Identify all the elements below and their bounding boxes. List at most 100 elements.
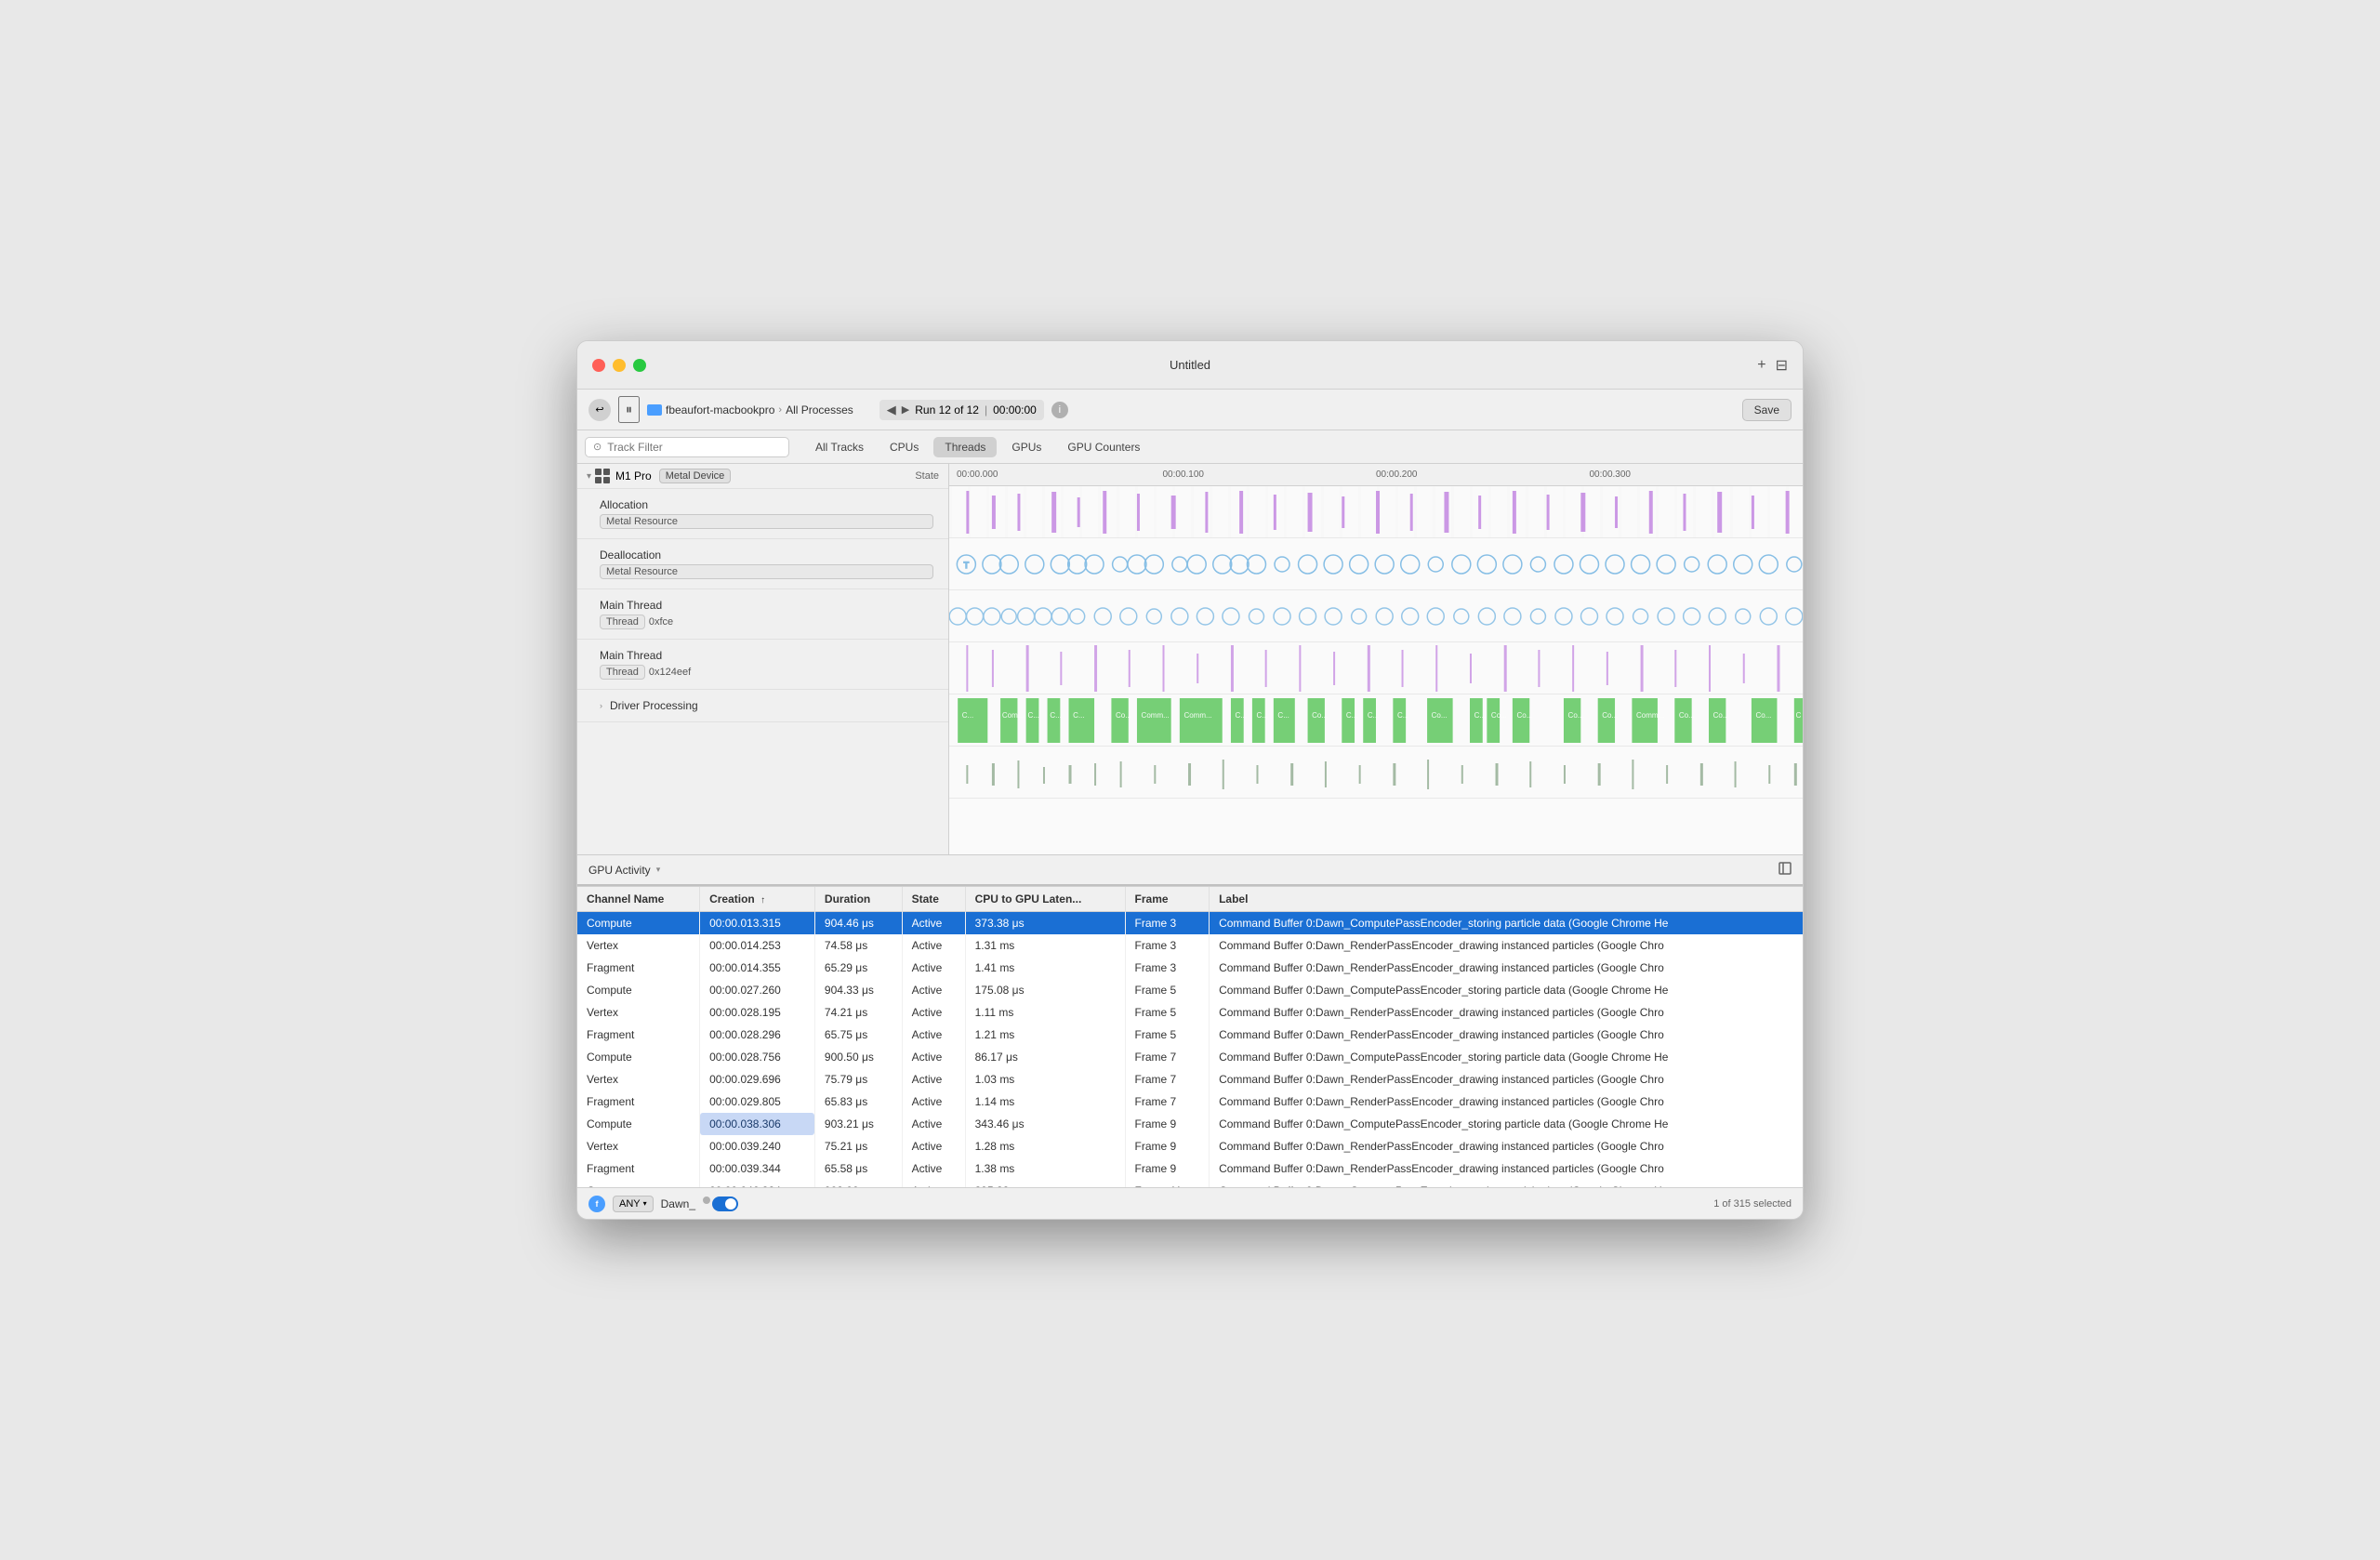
table-cell-2: 65.75 μs xyxy=(814,1024,902,1046)
table-row[interactable]: Compute00:00.013.315904.46 μsActive373.3… xyxy=(577,912,1803,935)
th-channel[interactable]: Channel Name xyxy=(577,887,700,912)
allocation-label: Allocation xyxy=(600,498,933,511)
table-cell-6: Command Buffer 0:Dawn_RenderPassEncoder_… xyxy=(1210,934,1803,957)
table-cell-6: Command Buffer 0:Dawn_ComputePassEncoder… xyxy=(1210,912,1803,935)
run-selector: ◀ ▶ Run 12 of 12 | 00:00:00 xyxy=(879,400,1044,420)
track-row-5[interactable]: C... Com... C... C... C... Co... Comm...… xyxy=(949,694,1803,747)
th-latency[interactable]: CPU to GPU Laten... xyxy=(965,887,1125,912)
th-creation[interactable]: Creation ↑ xyxy=(700,887,815,912)
tab-gpus[interactable]: GPUs xyxy=(1000,437,1052,457)
sidebar-device-badge: Metal Device xyxy=(659,469,732,483)
device-chevron-icon: ▾ xyxy=(587,471,591,482)
sidebar-group-deallocation: Deallocation Metal Resource xyxy=(577,539,948,589)
filter-type-dropdown[interactable]: ANY ▾ xyxy=(613,1196,654,1212)
table-cell-5: Frame 3 xyxy=(1125,957,1210,979)
filter-chip-icon[interactable]: f xyxy=(588,1196,605,1212)
table-cell-3: Active xyxy=(902,912,965,935)
table-row[interactable]: Compute00:00.038.306903.21 μsActive343.4… xyxy=(577,1113,1803,1135)
svg-text:Co...: Co... xyxy=(1432,711,1448,720)
table-cell-2: 903.21 μs xyxy=(814,1113,902,1135)
track-filter[interactable]: ⊙ xyxy=(585,437,789,457)
toggle-on-button[interactable] xyxy=(712,1196,738,1211)
track-row-3[interactable] xyxy=(949,590,1803,642)
table-cell-0: Compute xyxy=(577,912,700,935)
data-table-container[interactable]: Channel Name Creation ↑ Duration State C… xyxy=(577,886,1803,1187)
expand-icon[interactable] xyxy=(1778,862,1792,878)
table-cell-0: Fragment xyxy=(577,1157,700,1180)
table-cell-4: 1.31 ms xyxy=(965,934,1125,957)
table-cell-1: 00:00.029.696 xyxy=(700,1068,815,1091)
track-filter-input[interactable] xyxy=(607,441,781,454)
run-prev-button[interactable]: ◀ xyxy=(887,403,896,417)
track-viz-3 xyxy=(949,590,1803,641)
track-row-1[interactable] xyxy=(949,486,1803,538)
svg-text:C...: C... xyxy=(1027,711,1038,720)
table-row[interactable]: Compute00:00.027.260904.33 μsActive175.0… xyxy=(577,979,1803,1001)
table-cell-6: Command Buffer 0:Dawn_RenderPassEncoder_… xyxy=(1210,1135,1803,1157)
th-label[interactable]: Label xyxy=(1210,887,1803,912)
table-row[interactable]: Fragment00:00.039.34465.58 μsActive1.38 … xyxy=(577,1157,1803,1180)
run-label: Run 12 of 12 xyxy=(915,403,979,416)
table-row[interactable]: Fragment00:00.014.35565.29 μsActive1.41 … xyxy=(577,957,1803,979)
save-button[interactable]: Save xyxy=(1742,399,1792,421)
run-play-icon[interactable]: ▶ xyxy=(902,403,909,416)
back-button[interactable]: ↩ xyxy=(588,399,611,421)
bottom-section: Channel Name Creation ↑ Duration State C… xyxy=(577,884,1803,1219)
sidebar-row-main-thread-2: Main Thread Thread 0x124eef xyxy=(577,645,948,683)
table-cell-1: 00:00.014.253 xyxy=(700,934,815,957)
table-cell-2: 904.46 μs xyxy=(814,912,902,935)
tab-cpus[interactable]: CPUs xyxy=(879,437,930,457)
table-row[interactable]: Vertex00:00.028.19574.21 μsActive1.11 ms… xyxy=(577,1001,1803,1024)
track-row-4[interactable] xyxy=(949,642,1803,694)
filter-input-value: Dawn_ xyxy=(661,1197,695,1210)
table-cell-0: Compute xyxy=(577,1046,700,1068)
add-icon[interactable]: + xyxy=(1757,357,1765,374)
th-frame[interactable]: Frame xyxy=(1125,887,1210,912)
track-row-2[interactable]: T xyxy=(949,538,1803,590)
close-button[interactable] xyxy=(592,359,605,372)
pause-button[interactable]: ⏸ xyxy=(618,396,640,423)
table-row[interactable]: Compute00:00.046.324903.00 μsActive395.3… xyxy=(577,1180,1803,1187)
table-row[interactable]: Fragment00:00.029.80565.83 μsActive1.14 … xyxy=(577,1091,1803,1113)
minimize-button[interactable] xyxy=(613,359,626,372)
tab-gpu-counters[interactable]: GPU Counters xyxy=(1056,437,1151,457)
th-state[interactable]: State xyxy=(902,887,965,912)
table-row[interactable]: Fragment00:00.028.29665.75 μsActive1.21 … xyxy=(577,1024,1803,1046)
table-cell-1: 00:00.028.296 xyxy=(700,1024,815,1046)
table-cell-2: 903.00 μs xyxy=(814,1180,902,1187)
table-cell-1: 00:00.013.315 xyxy=(700,912,815,935)
sidebar-row-main-thread-1: Main Thread Thread 0xfce xyxy=(577,595,948,633)
table-cell-6: Command Buffer 0:Dawn_RenderPassEncoder_… xyxy=(1210,1091,1803,1113)
minus-icon[interactable]: ⊟ xyxy=(1776,356,1788,375)
allocation-badge: Metal Resource xyxy=(600,514,933,529)
table-cell-4: 1.21 ms xyxy=(965,1024,1125,1046)
table-cell-3: Active xyxy=(902,1024,965,1046)
svg-text:C...: C... xyxy=(1256,711,1267,720)
tab-threads[interactable]: Threads xyxy=(933,437,997,457)
toggle-off-icon xyxy=(703,1196,710,1204)
track-row-6[interactable] xyxy=(949,747,1803,799)
sidebar: ▾ M1 Pro Metal Device State Allocation M… xyxy=(577,464,949,854)
table-cell-2: 75.21 μs xyxy=(814,1135,902,1157)
svg-text:Co...: Co... xyxy=(1713,711,1729,720)
table-cell-1: 00:00.014.355 xyxy=(700,957,815,979)
toggle-thumb xyxy=(725,1198,736,1210)
table-row[interactable]: Compute00:00.028.756900.50 μsActive86.17… xyxy=(577,1046,1803,1068)
info-button[interactable]: i xyxy=(1051,402,1068,418)
breadcrumb-label[interactable]: All Processes xyxy=(786,403,853,416)
maximize-button[interactable] xyxy=(633,359,646,372)
th-duration[interactable]: Duration xyxy=(814,887,902,912)
svg-text:C...: C... xyxy=(1236,711,1247,720)
table-row[interactable]: Vertex00:00.039.24075.21 μsActive1.28 ms… xyxy=(577,1135,1803,1157)
table-cell-4: 1.38 ms xyxy=(965,1157,1125,1180)
table-row[interactable]: Vertex00:00.029.69675.79 μsActive1.03 ms… xyxy=(577,1068,1803,1091)
tab-all-tracks[interactable]: All Tracks xyxy=(804,437,875,457)
ruler-tick-0: 00:00.000 xyxy=(957,469,998,480)
data-table: Channel Name Creation ↑ Duration State C… xyxy=(577,887,1803,1187)
table-cell-5: Frame 7 xyxy=(1125,1046,1210,1068)
table-cell-4: 373.38 μs xyxy=(965,912,1125,935)
driver-expand-icon[interactable]: › xyxy=(600,701,602,710)
table-row[interactable]: Vertex00:00.014.25374.58 μsActive1.31 ms… xyxy=(577,934,1803,957)
deallocation-label: Deallocation xyxy=(600,549,933,562)
table-cell-6: Command Buffer 0:Dawn_RenderPassEncoder_… xyxy=(1210,1024,1803,1046)
